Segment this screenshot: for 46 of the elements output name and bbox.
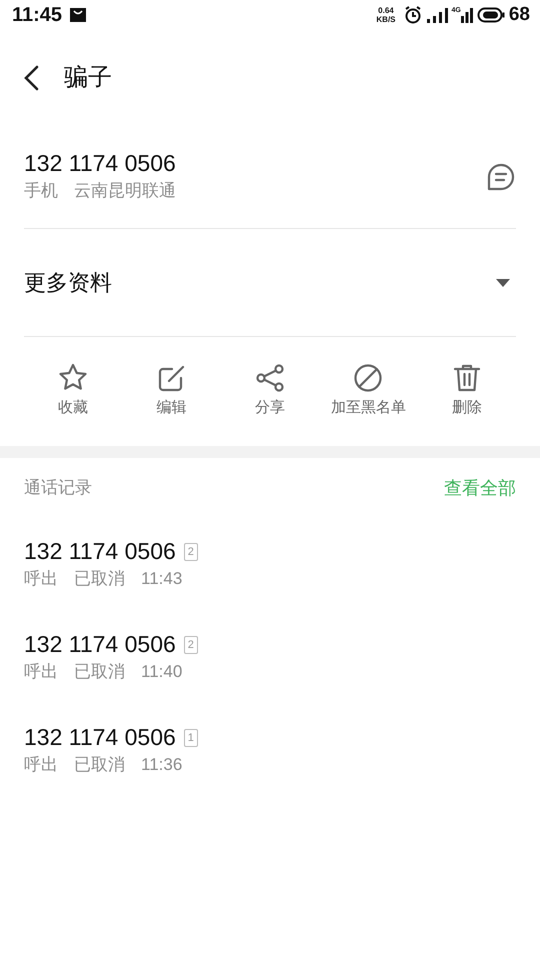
back-icon xyxy=(24,65,40,91)
action-button[interactable]: 编辑 xyxy=(122,363,221,420)
signal-icon xyxy=(460,7,473,23)
phone-type: 手机 xyxy=(24,180,58,202)
call-time: 11:36 xyxy=(141,754,182,776)
mail-icon xyxy=(70,8,86,22)
contact-name: 骗子 xyxy=(64,63,112,93)
call-status: 已取消 xyxy=(74,754,125,776)
action-button[interactable]: 删除 xyxy=(418,363,516,420)
phone-number: 132 1174 0506 xyxy=(24,538,176,566)
action-button[interactable]: 加至黑名单 xyxy=(319,363,418,420)
speed-unit: KB/S xyxy=(376,15,396,24)
call-status: 已取消 xyxy=(74,660,125,683)
speed-value: 0.64 xyxy=(377,6,395,15)
message-button[interactable] xyxy=(486,162,516,192)
action-button[interactable]: 收藏 xyxy=(24,363,122,420)
trash-icon xyxy=(452,363,482,394)
signal-icon xyxy=(426,7,448,23)
call-direction: 呼出 xyxy=(24,754,58,776)
call-status: 已取消 xyxy=(74,568,125,590)
call-time: 11:40 xyxy=(141,660,182,683)
phone-number: 132 1174 0506 xyxy=(24,150,176,178)
sim-badge: 2 xyxy=(184,636,198,654)
phone-location: 云南昆明联通 xyxy=(74,180,176,202)
message-icon xyxy=(486,162,516,192)
action-button[interactable]: 分享 xyxy=(220,363,320,420)
more-info-row[interactable]: 更多资料 xyxy=(0,229,540,336)
alarm-icon xyxy=(404,6,422,24)
battery-level: 68 xyxy=(508,2,530,27)
call-time: 11:43 xyxy=(141,568,182,590)
edit-icon xyxy=(156,363,187,394)
section-title: 通话记录 xyxy=(24,477,92,500)
clock-time: 11:45 xyxy=(12,3,62,28)
prohibited-icon xyxy=(353,363,384,394)
back-button[interactable] xyxy=(24,65,40,91)
call-direction: 呼出 xyxy=(24,660,58,683)
call-log-item[interactable]: 132 1174 0506 1 呼出 已取消 11:36 xyxy=(0,704,540,797)
phone-number: 132 1174 0506 xyxy=(24,630,176,659)
battery-icon xyxy=(476,7,505,23)
sim-badge: 2 xyxy=(184,542,198,561)
call-direction: 呼出 xyxy=(24,568,58,590)
call-log-item[interactable]: 132 1174 0506 2 呼出 已取消 11:40 xyxy=(0,611,540,704)
call-log-item[interactable]: 132 1174 0506 2 呼出 已取消 11:43 xyxy=(0,518,540,611)
phone-number: 132 1174 0506 xyxy=(24,724,176,752)
sim-badge: 1 xyxy=(184,728,198,747)
share-icon xyxy=(255,363,286,394)
